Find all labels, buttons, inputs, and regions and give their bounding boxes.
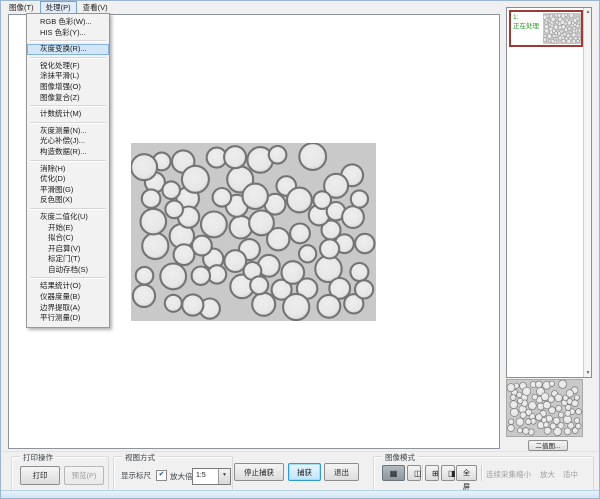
tile-view-button[interactable]: ⊞ — [425, 465, 439, 481]
tile-icon: ⊞ — [432, 469, 439, 478]
scroll-down-icon[interactable]: ▼ — [584, 369, 592, 377]
menu-item[interactable]: 涂抹平滑(L) — [27, 71, 109, 82]
half-view-icon: ◨ — [448, 469, 456, 478]
preview-thumbnail — [506, 379, 583, 437]
menu-item[interactable]: 灰度变换(R)... — [27, 44, 109, 55]
check-icon: ✔ — [159, 471, 165, 478]
mode-group-label: 图像模式 — [382, 452, 418, 463]
menu-item[interactable]: 边界提取(A) — [27, 303, 109, 314]
menu-item[interactable]: 灰度二值化(U) — [27, 212, 109, 223]
menu-item[interactable]: 构造数据(R)... — [27, 147, 109, 158]
ruler-label: 显示标尺 — [121, 470, 151, 481]
print-button[interactable]: 打印 — [20, 466, 60, 485]
thumbnail-label: 1: 正在处理 — [511, 12, 543, 45]
micrograph-svg — [131, 143, 376, 321]
fullscreen-button[interactable]: 全屏 — [456, 465, 477, 481]
menu-item[interactable]: 图像增强(O) — [27, 82, 109, 93]
menu-item[interactable]: 仪器度量(B) — [27, 292, 109, 303]
status-label-capture-mode: 连续采集 — [486, 469, 516, 480]
menu-separator — [30, 105, 106, 107]
status-label-fit: 适中 — [563, 469, 578, 480]
thumbnail-list[interactable]: 1: 正在处理 ▲ ▼ — [506, 7, 592, 378]
thumbnail-list-item-selected[interactable]: 1: 正在处理 — [509, 10, 583, 47]
menu-item[interactable]: 锐化处理(F) — [27, 61, 109, 72]
app-window: 图像(T) 处理(P) 查看(V) RGB 色彩(W)...HIS 色彩(Y).… — [0, 0, 600, 499]
menu-item[interactable]: 开始(E) — [27, 223, 109, 234]
menubar-item-view[interactable]: 查看(V) — [77, 1, 114, 14]
toolbar-divider — [481, 465, 483, 481]
menu-separator — [30, 122, 106, 124]
split-icon: ◫ — [414, 469, 422, 478]
view-group-label: 视图方式 — [122, 452, 158, 463]
menu-item[interactable]: 优化(D) — [27, 174, 109, 185]
scroll-up-icon[interactable]: ▲ — [584, 8, 592, 16]
menubar-item-image[interactable]: 图像(T) — [3, 1, 40, 14]
split-view-button[interactable]: ◫ — [407, 465, 421, 481]
grid-view-button[interactable]: ▦ — [382, 465, 405, 481]
menu-item[interactable]: 拟合(C) — [27, 233, 109, 244]
menu-separator — [30, 40, 106, 42]
menu-item[interactable]: 标定门(T) — [27, 254, 109, 265]
thumbnail-mini-image — [543, 13, 581, 44]
menu-item[interactable]: 平滑图(G) — [27, 185, 109, 196]
half-view-button[interactable]: ◨ — [441, 465, 455, 481]
menu-item[interactable]: 自动存档(S) — [27, 265, 109, 276]
binary-view-button[interactable]: 二值图... — [528, 440, 568, 451]
bottom-toolbar: 打印操作 打印 预览(P) 视图方式 显示标尺 ✔ 放大倍数: 1:5 ▼ 停止… — [1, 451, 600, 493]
menu-item[interactable]: HIS 色彩(Y)... — [27, 28, 109, 39]
menu-separator — [30, 208, 106, 210]
menu-item[interactable]: 消除(H) — [27, 164, 109, 175]
menu-separator — [30, 57, 106, 59]
status-bar — [1, 490, 600, 498]
zoom-value: 1:5 — [196, 472, 206, 479]
print-group-label: 打印操作 — [20, 452, 56, 463]
menu-item[interactable]: 反色图(X) — [27, 195, 109, 206]
menu-item[interactable]: 平行测量(D) — [27, 313, 109, 324]
thumbnail-list-scrollbar[interactable]: ▲ ▼ — [583, 8, 591, 377]
capture-button[interactable]: 捕获 — [288, 463, 321, 481]
menu-separator — [30, 277, 106, 279]
grid-icon: ▦ — [390, 469, 398, 478]
status-label-zoom-in: 放大 — [540, 469, 555, 480]
menu-item[interactable]: 结果统计(O) — [27, 281, 109, 292]
menu-item[interactable]: 灰度测量(N)... — [27, 126, 109, 137]
view-groupbox: 视图方式 显示标尺 ✔ 放大倍数: 1:5 ▼ — [113, 456, 233, 492]
menu-separator — [30, 160, 106, 162]
print-preview-button[interactable]: 预览(P) — [64, 466, 104, 485]
ruler-checkbox[interactable]: ✔ — [156, 470, 167, 481]
menu-item[interactable]: RGB 色彩(W)... — [27, 17, 109, 28]
chevron-down-icon[interactable]: ▼ — [218, 469, 230, 484]
micrograph-image — [131, 143, 376, 321]
toolbar-divider — [422, 465, 424, 481]
zoom-combobox[interactable]: 1:5 ▼ — [192, 468, 231, 485]
mode-groupbox: 图像模式 ▦ ◫ ⊞ ◨ 全屏 连续采集 缩小 放大 适中 — [373, 456, 594, 492]
print-groupbox: 打印操作 打印 预览(P) — [11, 456, 109, 492]
status-label-zoom-out: 缩小 — [516, 469, 531, 480]
process-menu-dropdown: RGB 色彩(W)...HIS 色彩(Y)... 灰度变换(R)... 锐化处理(F… — [26, 13, 110, 328]
stop-capture-button[interactable]: 停止捕获 — [234, 463, 284, 481]
menu-item[interactable]: 图像复合(Z) — [27, 93, 109, 104]
menu-item[interactable]: 计数统计(M) — [27, 109, 109, 120]
menu-item[interactable]: 开启算(V) — [27, 244, 109, 255]
menu-item[interactable]: 光心补偿(J)... — [27, 136, 109, 147]
exit-button[interactable]: 退出 — [324, 463, 359, 481]
menubar-item-process[interactable]: 处理(P) — [40, 1, 77, 14]
